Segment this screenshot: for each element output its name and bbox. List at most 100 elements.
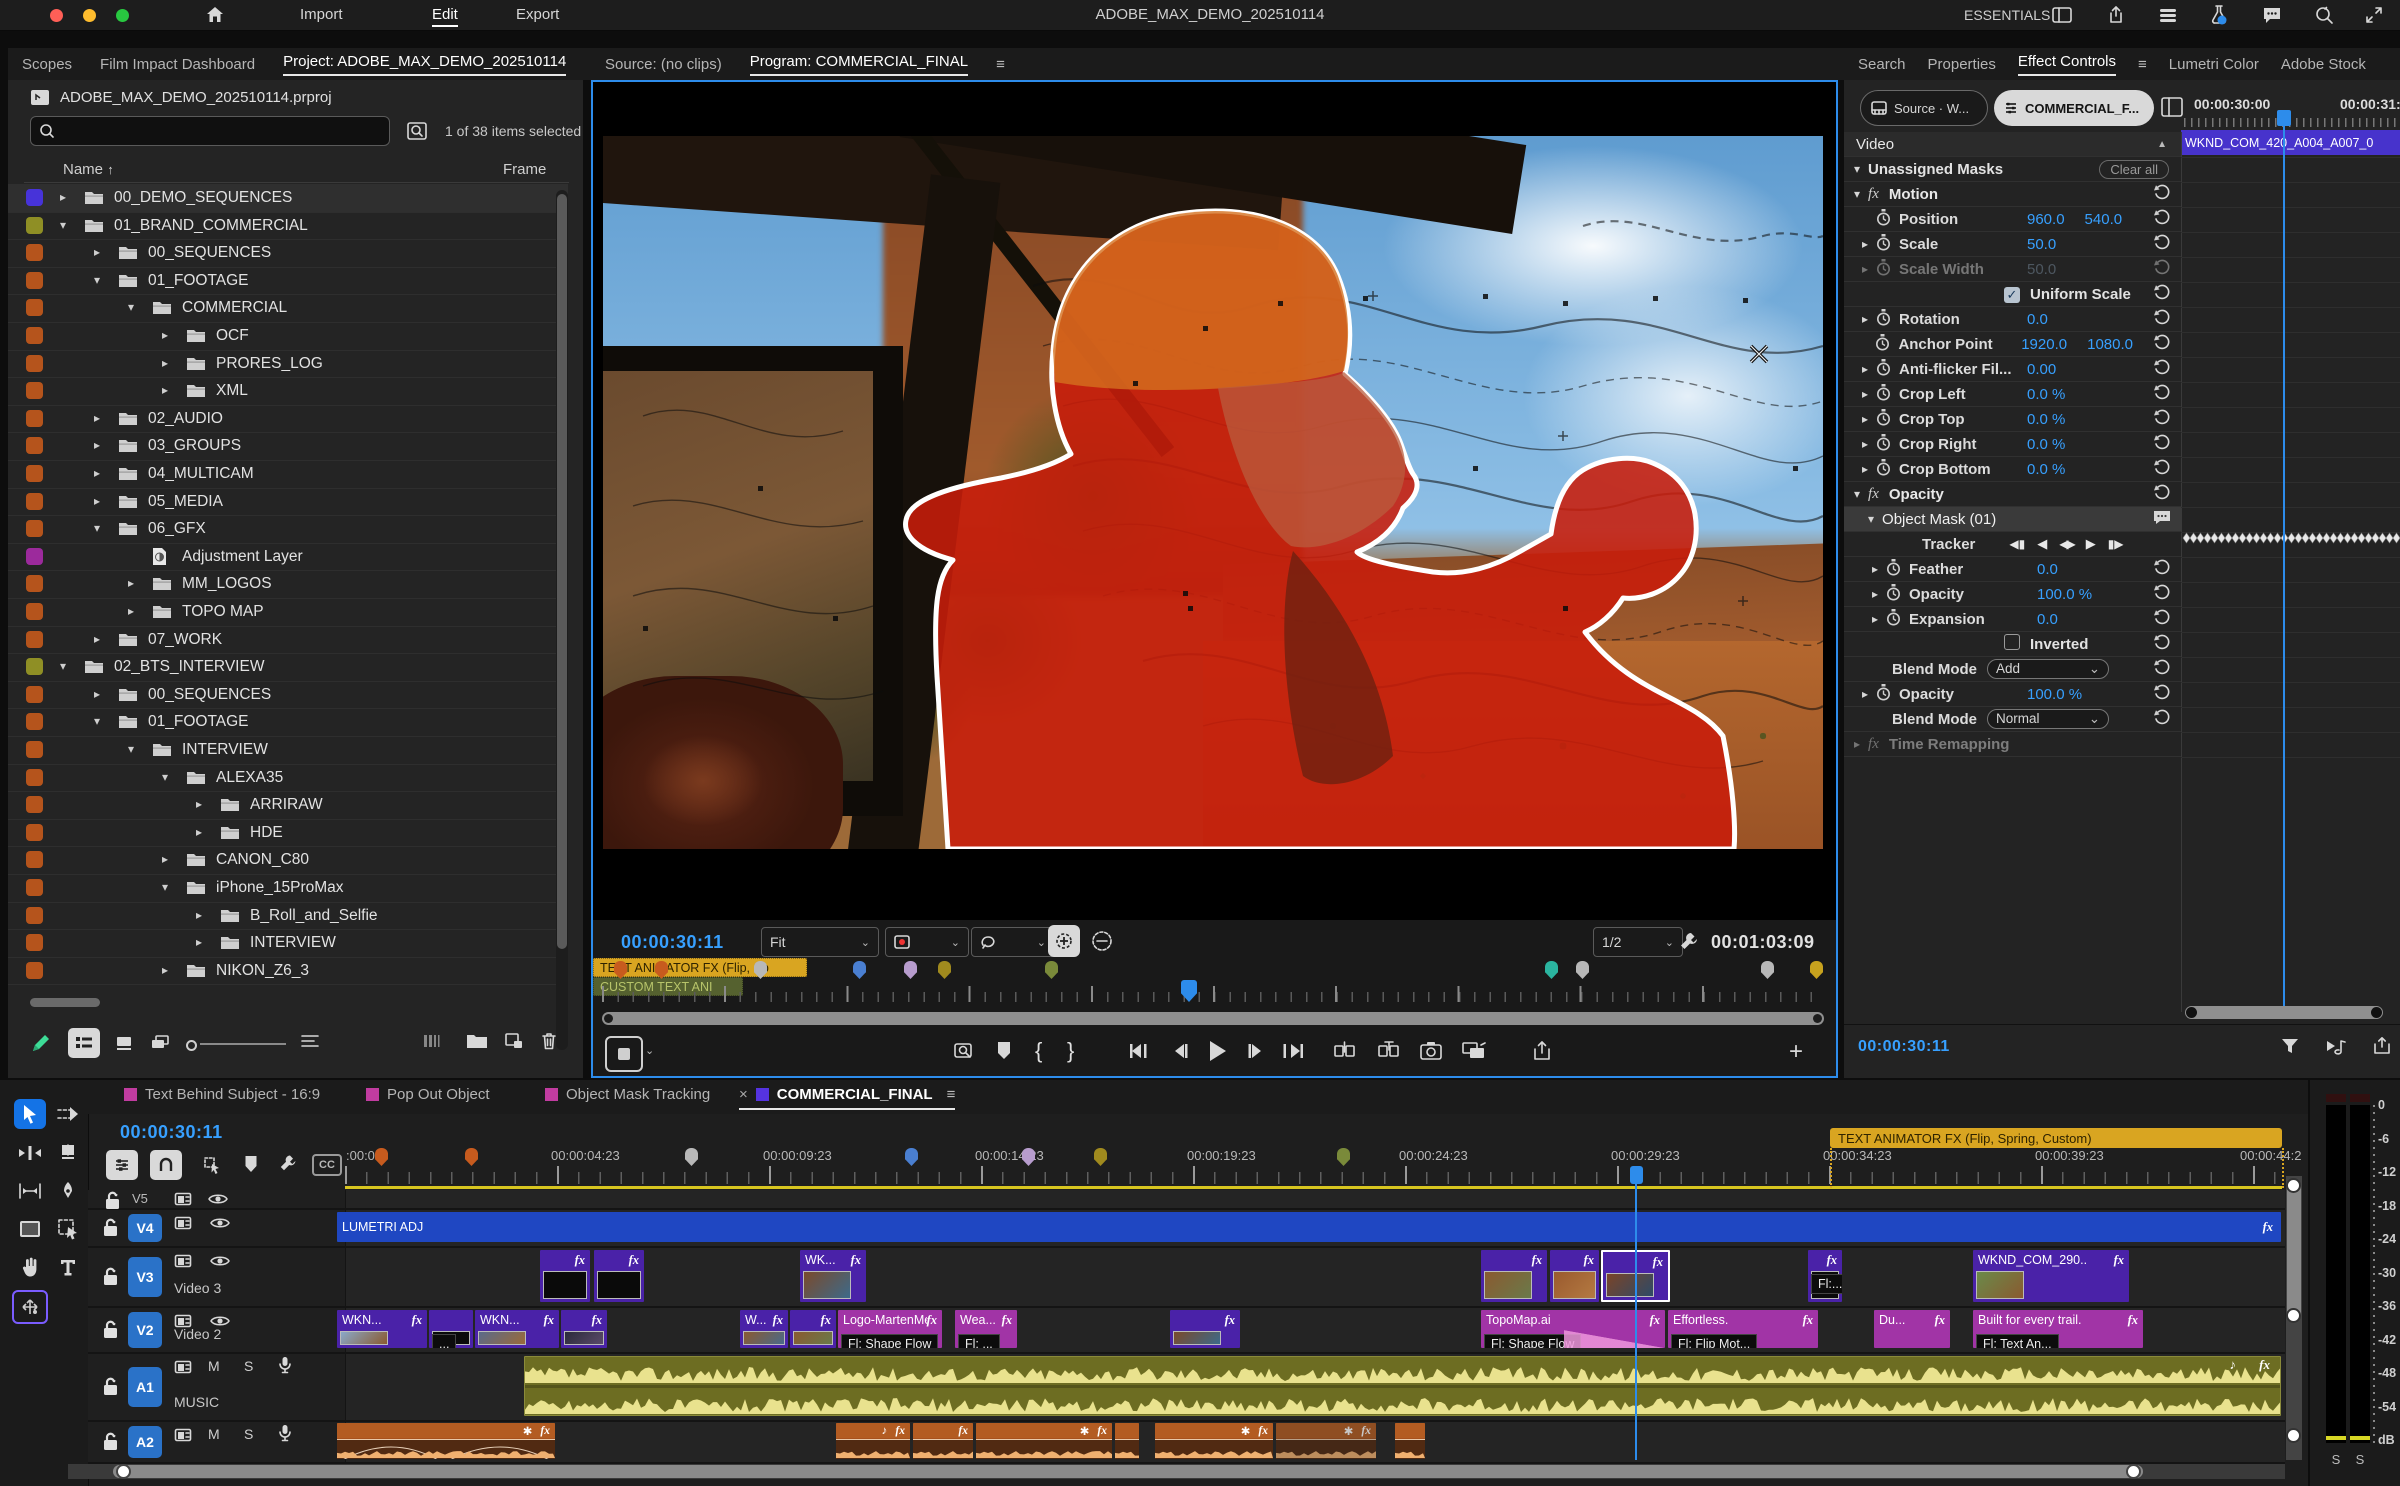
ecp-row-opacity[interactable]: ▸Opacity100.0 %: [1844, 582, 2181, 607]
marker-icon[interactable]: [465, 1148, 478, 1166]
bin-row[interactable]: ▾iPhone_15ProMax: [8, 874, 568, 903]
filter-effects-icon[interactable]: [2280, 1036, 2300, 1060]
stopwatch-icon[interactable]: [1886, 584, 1901, 605]
timeline-marker-span[interactable]: TEXT ANIMATOR FX (Flip, Spring, Custom): [1830, 1128, 2282, 1148]
bin-item-label[interactable]: 00_DEMO_SEQUENCES: [114, 189, 292, 207]
stopwatch-icon[interactable]: [1876, 409, 1891, 430]
chevron-icon[interactable]: ▸: [1854, 737, 1860, 751]
tab-program-monitor[interactable]: Program: COMMERCIAL_FINAL: [750, 53, 968, 76]
bin-label-swatch[interactable]: [26, 962, 43, 979]
tab-effect-controls[interactable]: Effect Controls: [2018, 53, 2116, 76]
bin-item-label[interactable]: CANON_C80: [216, 851, 309, 869]
export-keyframes-icon[interactable]: [2372, 1036, 2392, 1060]
bin-label-swatch[interactable]: [26, 437, 43, 454]
tab-scopes[interactable]: Scopes: [22, 56, 72, 73]
bin-row[interactable]: ▸00_SEQUENCES: [8, 239, 568, 268]
bin-item-label[interactable]: XML: [216, 382, 248, 400]
bin-label-swatch[interactable]: [26, 217, 43, 234]
chevron-right-icon[interactable]: ▸: [1862, 362, 1876, 376]
track-bidirectional-icon[interactable]: ◀▶: [2059, 537, 2073, 551]
bin-row[interactable]: ▸NIKON_Z6_3: [8, 957, 568, 986]
chevron-right-icon[interactable]: ▸: [1872, 587, 1886, 601]
track-header-v4[interactable]: V4: [88, 1210, 346, 1246]
step-back-icon[interactable]: [1169, 1040, 1191, 1066]
reset-parameter-icon[interactable]: [2153, 484, 2171, 504]
tab-project[interactable]: Project: ADOBE_MAX_DEMO_202510114: [283, 53, 566, 76]
reset-parameter-icon[interactable]: [2153, 334, 2171, 354]
marker-icon[interactable]: [905, 1148, 918, 1166]
timeline-tab[interactable]: Object Mask Tracking: [545, 1086, 710, 1103]
timeline-tab-label[interactable]: COMMERCIAL_FINAL: [777, 1086, 933, 1103]
chevron-icon[interactable]: ▾: [1854, 487, 1860, 501]
bin-label-swatch[interactable]: [26, 189, 43, 206]
chevron-right-icon[interactable]: ▸: [94, 687, 100, 701]
ecp-param-value[interactable]: 50.0: [2027, 261, 2056, 278]
ecp-param-value[interactable]: 0.0 %: [2027, 461, 2065, 478]
timeline-clip-sfx[interactable]: [1395, 1423, 1425, 1459]
marker-icon[interactable]: [1045, 961, 1058, 979]
bin-label-swatch[interactable]: [26, 631, 43, 648]
chevron-right-icon[interactable]: ▸: [94, 411, 100, 425]
tool-hand[interactable]: [14, 1252, 46, 1282]
bin-row[interactable]: ▸CANON_C80: [8, 846, 568, 875]
comments-icon[interactable]: [2262, 5, 2282, 29]
eye-icon[interactable]: [210, 1216, 230, 1234]
bin-label-swatch[interactable]: [26, 934, 43, 951]
ecp-split-view-icon[interactable]: [2160, 96, 2184, 122]
ecp-row-position[interactable]: Position960.0540.0: [1844, 207, 2181, 232]
reset-parameter-icon[interactable]: [2153, 684, 2171, 704]
stopwatch-icon[interactable]: [1876, 459, 1891, 480]
bin-item-label[interactable]: 01_FOOTAGE: [148, 272, 249, 290]
source-patch-icon[interactable]: [174, 1428, 192, 1446]
chevron-right-icon[interactable]: ▸: [1862, 262, 1876, 276]
new-item-icon[interactable]: [504, 1032, 524, 1054]
chevron-right-icon[interactable]: ▸: [94, 494, 100, 508]
ecp-row-anti-flicker-fil-[interactable]: ▸Anti-flicker Fil...0.00: [1844, 357, 2181, 382]
reset-parameter-icon[interactable]: [2153, 284, 2171, 304]
timeline-tab[interactable]: Text Behind Subject - 16:9: [124, 1086, 320, 1103]
sort-icon[interactable]: [300, 1032, 320, 1054]
timeline-clip-video[interactable]: fx: [790, 1310, 836, 1348]
tab-lumetri-color[interactable]: Lumetri Color: [2169, 56, 2259, 73]
freeform-view-button[interactable]: [144, 1028, 176, 1058]
timeline-horizontal-scrollbar[interactable]: [68, 1464, 2285, 1479]
stopwatch-icon[interactable]: [1876, 309, 1891, 330]
bin-row[interactable]: ▸INTERVIEW: [8, 929, 568, 958]
bin-label-swatch[interactable]: [26, 327, 43, 344]
reset-parameter-icon[interactable]: [2153, 584, 2171, 604]
bin-row[interactable]: ▾ALEXA35: [8, 764, 568, 793]
bin-row[interactable]: ▸00_SEQUENCES: [8, 681, 568, 710]
timeline-tab-label[interactable]: Text Behind Subject - 16:9: [145, 1086, 320, 1103]
share-icon[interactable]: [1531, 1040, 1553, 1066]
ecp-row-crop-bottom[interactable]: ▸Crop Bottom0.0 %: [1844, 457, 2181, 482]
track-header-v5[interactable]: V5: [88, 1190, 346, 1208]
bin-item-label[interactable]: iPhone_15ProMax: [216, 879, 344, 897]
drag-video-button[interactable]: [605, 1036, 643, 1072]
playback-resolution-dropdown[interactable]: 1/2⌄: [1593, 927, 1683, 957]
hamburger-menu-icon[interactable]: [2158, 6, 2178, 28]
source-patch-icon[interactable]: [174, 1254, 192, 1272]
bin-row[interactable]: ▾06_GFX: [8, 515, 568, 544]
chevron-right-icon[interactable]: ▸: [162, 328, 168, 342]
tab-film-impact-dashboard[interactable]: Film Impact Dashboard: [100, 56, 255, 73]
ecp-row-object-mask-01-[interactable]: ▾Object Mask (01): [1844, 507, 2181, 532]
bin-label-swatch[interactable]: [26, 603, 43, 620]
quick-export-icon[interactable]: [2106, 5, 2126, 29]
timeline-timecode[interactable]: 00:00:30:11: [120, 1122, 223, 1143]
timeline-clip-sfx[interactable]: [1115, 1423, 1139, 1459]
chevron-down-icon[interactable]: ▾: [60, 218, 66, 232]
chevron-down-icon[interactable]: ▾: [1868, 512, 1874, 526]
bin-row[interactable]: ▾01_FOOTAGE: [8, 267, 568, 296]
marker-icon[interactable]: [375, 1148, 388, 1166]
stopwatch-icon[interactable]: [1876, 259, 1891, 280]
export-frame-icon[interactable]: [1419, 1040, 1443, 1066]
ecp-horizontal-scrollbar[interactable]: [2185, 1006, 2383, 1019]
timeline-clip-graphic[interactable]: Wea...fxFl: ...: [955, 1310, 1017, 1348]
bin-item-label[interactable]: 01_BRAND_COMMERCIAL: [114, 217, 308, 235]
marker-icon[interactable]: [1022, 1148, 1035, 1166]
bin-label-swatch[interactable]: [26, 520, 43, 537]
track-name-label[interactable]: Video 2: [174, 1326, 221, 1342]
bin-row[interactable]: ▸HDE: [8, 819, 568, 848]
timeline-clip-graphic[interactable]: Logo-MartenMe...fxFl: Shape Flow: [838, 1310, 942, 1348]
bin-item-label[interactable]: OCF: [216, 327, 249, 345]
